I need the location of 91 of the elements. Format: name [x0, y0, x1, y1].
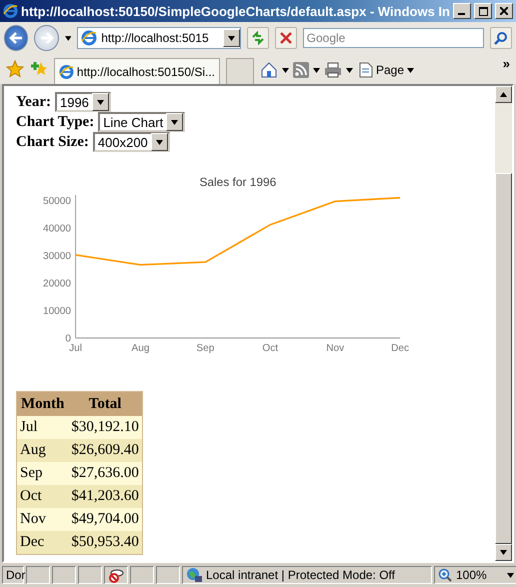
more-chevron[interactable]: »	[502, 54, 510, 71]
minimize-button[interactable]	[453, 3, 471, 19]
caret-icon	[96, 100, 104, 105]
scroll-thumb[interactable]	[495, 173, 512, 544]
scrollbar[interactable]	[495, 86, 512, 561]
star-icon[interactable]	[6, 60, 24, 78]
zone-text: Local intranet | Protected Mode: Off	[206, 568, 395, 582]
page-menu[interactable]: Page	[357, 59, 416, 81]
dropdown-button[interactable]	[222, 29, 240, 47]
column-header: Total	[68, 392, 142, 416]
search-button[interactable]	[490, 27, 512, 49]
chart-title: Sales for 1996	[199, 174, 276, 188]
table-cell: $49,704.00	[68, 508, 142, 532]
back-button[interactable]	[4, 25, 28, 51]
dropdown[interactable]: Line Chart	[98, 112, 186, 132]
globe-e-icon	[81, 30, 98, 46]
status-pane	[78, 566, 102, 584]
status-pane	[156, 566, 180, 584]
x-tick-label: Oct	[262, 342, 278, 354]
table-cell: $27,636.00	[68, 462, 142, 486]
maximize-button[interactable]	[474, 3, 492, 19]
stop-button[interactable]	[274, 27, 297, 49]
home-icon[interactable]	[260, 61, 278, 79]
history-caret-icon	[64, 36, 72, 40]
dropdown[interactable]: 1996	[54, 92, 111, 112]
field-label: Year:	[16, 94, 51, 111]
y-tick-label: 50000	[42, 196, 71, 207]
column-header: Month	[16, 392, 68, 416]
address-text: http://localhost:5015	[101, 31, 210, 45]
down-arrow-icon	[500, 550, 507, 555]
table-cell: Jul	[16, 416, 68, 440]
search-icon	[494, 31, 508, 45]
scroll-up-button[interactable]	[495, 86, 512, 103]
browser-tab[interactable]: http://localhost:50150/Si...	[54, 58, 220, 84]
y-tick-label: 40000	[42, 223, 71, 234]
caret-icon	[156, 140, 163, 145]
field-label: Chart Type:	[16, 114, 94, 131]
close-icon	[500, 7, 508, 15]
x-tick-label: Aug	[132, 342, 150, 354]
status-pane	[130, 566, 154, 584]
status-pane	[52, 566, 76, 584]
zoom-caret-icon	[507, 572, 514, 578]
stop-icon	[280, 32, 292, 44]
feed-caret-icon	[313, 68, 320, 72]
zoom-icon[interactable]	[438, 568, 452, 582]
forward-button[interactable]	[34, 25, 59, 51]
intranet-globe-icon	[186, 567, 202, 583]
table-cell: $50,953.40	[68, 531, 142, 555]
up-arrow-icon	[500, 92, 507, 97]
globe-e-icon	[59, 64, 74, 80]
x-tick-label: Jul	[69, 342, 82, 354]
search-field[interactable]: Google	[302, 28, 484, 48]
status-text: Dor	[6, 568, 26, 582]
table-cell: $26,609.40	[68, 439, 142, 462]
table-cell: Aug	[16, 439, 68, 462]
y-tick-label: 10000	[42, 306, 71, 317]
x-tick-label: Sep	[196, 342, 214, 354]
feed-icon[interactable]	[293, 62, 309, 78]
printer-icon[interactable]	[324, 62, 342, 78]
scroll-down-button[interactable]	[495, 544, 512, 561]
address-field[interactable]: http://localhost:5015	[77, 27, 241, 49]
forward-arrow-icon	[40, 32, 54, 44]
table-cell: Sep	[16, 462, 68, 486]
table-cell: $41,203.60	[68, 485, 142, 508]
back-arrow-icon	[9, 32, 24, 44]
refresh-button[interactable]	[246, 27, 269, 49]
dropdown[interactable]: 400x200	[92, 132, 170, 152]
table-cell: $30,192.10	[68, 416, 142, 440]
home-caret-icon	[282, 68, 289, 72]
y-tick-label: 0	[65, 333, 71, 344]
y-tick-label: 30000	[42, 250, 71, 262]
add-favorite-icon[interactable]	[30, 60, 48, 78]
y-tick-label: 20000	[42, 278, 71, 290]
x-tick-label: Nov	[326, 342, 344, 354]
caret-icon	[228, 36, 235, 40]
privacy-blocked-icon	[108, 567, 124, 583]
table-cell: Oct	[16, 485, 68, 508]
table-cell: Dec	[16, 531, 68, 555]
x-tick-label: Dec	[391, 342, 410, 354]
close-button[interactable]	[495, 3, 513, 19]
page-icon	[359, 62, 373, 78]
window-title: http://localhost:50150/SimpleGoogleCharts/default.aspx - Windows In	[21, 4, 450, 18]
refresh-icon	[250, 31, 265, 45]
field-label: Chart Size:	[16, 134, 89, 151]
caret-icon	[407, 68, 414, 72]
caret-icon	[171, 120, 178, 125]
status-pane	[26, 566, 50, 584]
table-cell: Nov	[16, 508, 68, 532]
globe-e-icon	[3, 3, 18, 19]
maximize-icon	[478, 6, 488, 16]
print-caret-icon	[346, 68, 353, 72]
